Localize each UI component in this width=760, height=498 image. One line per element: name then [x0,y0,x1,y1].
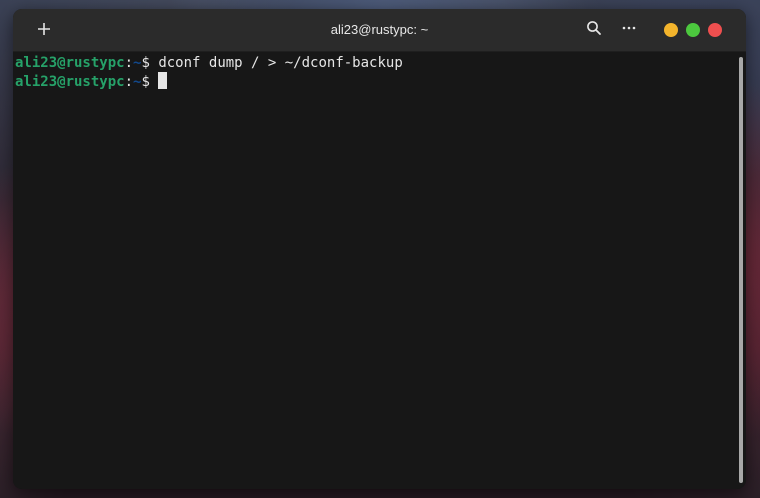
terminal-line: ali23@rustypc:~$ [15,72,746,90]
terminal-window: ali23@rustypc: ~ ali23@rustypc:~$ dconf … [13,9,746,489]
prompt-colon: : [124,55,134,71]
close-button[interactable] [708,23,722,37]
search-icon [586,20,602,40]
prompt-user-host: ali23@rustypc [15,74,125,90]
menu-button[interactable] [616,17,642,43]
titlebar: ali23@rustypc: ~ [13,9,746,52]
text-cursor [158,72,168,89]
prompt-colon: : [124,74,134,90]
command-text: dconf dump / > ~/dconf-backup [158,55,403,71]
terminal-output[interactable]: ali23@rustypc:~$ dconf dump / > ~/dconf-… [13,52,746,489]
prompt-user-host: ali23@rustypc [15,55,125,71]
more-horizontal-icon [621,20,637,40]
terminal-line: ali23@rustypc:~$ dconf dump / > ~/dconf-… [15,54,746,72]
scrollbar[interactable] [739,57,743,483]
prompt-symbol: $ [141,55,159,71]
prompt-symbol: $ [141,74,159,90]
minimize-button[interactable] [664,23,678,37]
search-button[interactable] [581,17,607,43]
maximize-button[interactable] [686,23,700,37]
